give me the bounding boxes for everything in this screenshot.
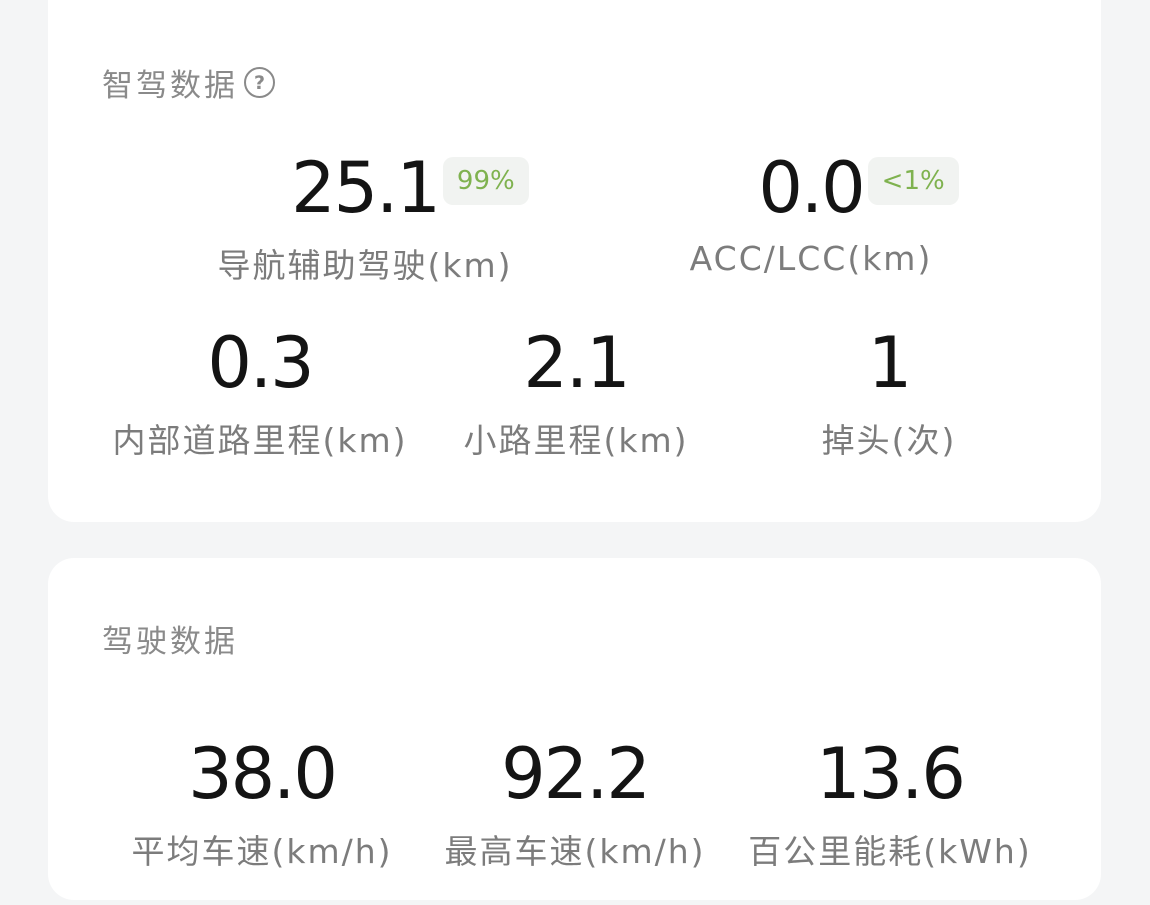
metric-acc-lcc-badge: <1% — [867, 157, 959, 205]
metric-max-speed: 92.2 最高车速(km/h) — [428, 739, 722, 873]
metric-nav-assist: 25.1 99% 导航辅助驾驶(km) — [165, 153, 565, 287]
metric-nav-assist-value: 25.1 — [291, 147, 441, 229]
metric-energy-value: 13.6 — [816, 733, 966, 815]
smart-driving-card: 智驾数据 ? 25.1 99% 导航辅助驾驶(km) 0.0 <1% ACC/L… — [48, 0, 1101, 522]
metric-energy-label: 百公里能耗(kWh) — [748, 832, 1032, 871]
metric-acc-lcc-value: 0.0 — [758, 147, 865, 229]
metric-energy-per-100km: 13.6 百公里能耗(kWh) — [740, 739, 1040, 873]
metric-internal-road: 0.3 内部道路里程(km) — [100, 328, 420, 462]
metric-nav-assist-label: 导航辅助驾驶(km) — [217, 246, 513, 285]
metric-max-speed-label: 最高车速(km/h) — [444, 832, 706, 871]
help-icon[interactable]: ? — [244, 67, 275, 98]
driving-data-title-row: 驾驶数据 — [102, 616, 238, 661]
driving-data-title: 驾驶数据 — [102, 624, 238, 660]
metric-max-speed-value: 92.2 — [501, 733, 651, 815]
smart-driving-title-row: 智驾数据 ? — [102, 60, 275, 105]
metric-internal-road-value: 0.3 — [207, 322, 314, 404]
metric-avg-speed-label: 平均车速(km/h) — [131, 832, 393, 871]
metric-avg-speed-value: 38.0 — [188, 733, 338, 815]
metric-acc-lcc-label: ACC/LCC(km) — [689, 239, 933, 278]
metric-internal-road-label: 内部道路里程(km) — [112, 421, 408, 460]
metric-small-road: 2.1 小路里程(km) — [426, 328, 726, 462]
metric-small-road-label: 小路里程(km) — [463, 421, 689, 460]
smart-driving-title: 智驾数据 — [102, 68, 238, 104]
metric-u-turn-value: 1 — [867, 322, 913, 404]
metric-nav-assist-badge: 99% — [442, 157, 529, 205]
metric-acc-lcc: 0.0 <1% ACC/LCC(km) — [636, 153, 986, 278]
metric-u-turn: 1 掉头(次) — [739, 328, 1039, 462]
metric-u-turn-label: 掉头(次) — [821, 421, 957, 460]
metric-small-road-value: 2.1 — [523, 322, 630, 404]
driving-data-card: 驾驶数据 38.0 平均车速(km/h) 92.2 最高车速(km/h) 13.… — [48, 558, 1101, 900]
metric-avg-speed: 38.0 平均车速(km/h) — [115, 739, 409, 873]
